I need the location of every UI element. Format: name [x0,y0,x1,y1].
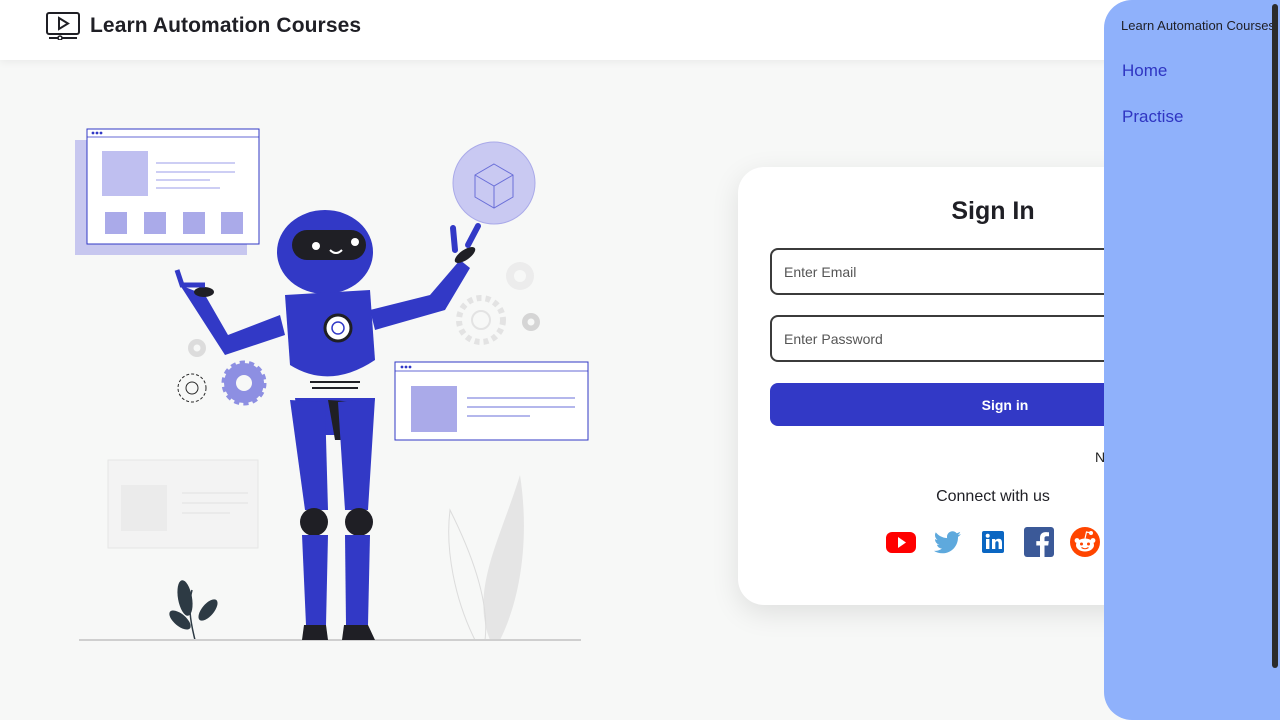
video-player-icon [46,12,80,40]
sidebar-menu: Learn Automation Courses Home Practise [1104,0,1280,720]
cube-bubble-illustration [452,141,536,225]
reddit-link[interactable] [1070,527,1100,557]
youtube-icon [886,532,916,553]
faded-window-illustration [107,459,259,549]
facebook-link[interactable] [1024,527,1054,557]
twitter-icon [933,531,961,554]
browser-window-illustration [394,361,589,441]
twitter-link[interactable] [932,527,962,557]
sidebar-item-practise[interactable]: Practise [1122,107,1183,127]
sidebar-title: Learn Automation Courses [1121,18,1275,33]
robot-illustration [75,128,589,641]
youtube-link[interactable] [886,527,916,557]
scrollbar-thumb[interactable] [1272,4,1278,668]
facebook-icon [1024,527,1054,557]
vertical-scrollbar[interactable] [1271,0,1280,720]
linkedin-icon [982,531,1004,553]
reddit-icon [1070,527,1100,557]
top-navbar: Learn Automation Courses [0,0,1280,60]
brand-title: Learn Automation Courses [90,14,362,37]
social-links [886,527,1100,557]
brand-link[interactable]: Learn Automation Courses [46,12,361,40]
browser-window-illustration [75,128,260,255]
linkedin-link[interactable] [978,527,1008,557]
sidebar-item-home[interactable]: Home [1122,61,1167,81]
